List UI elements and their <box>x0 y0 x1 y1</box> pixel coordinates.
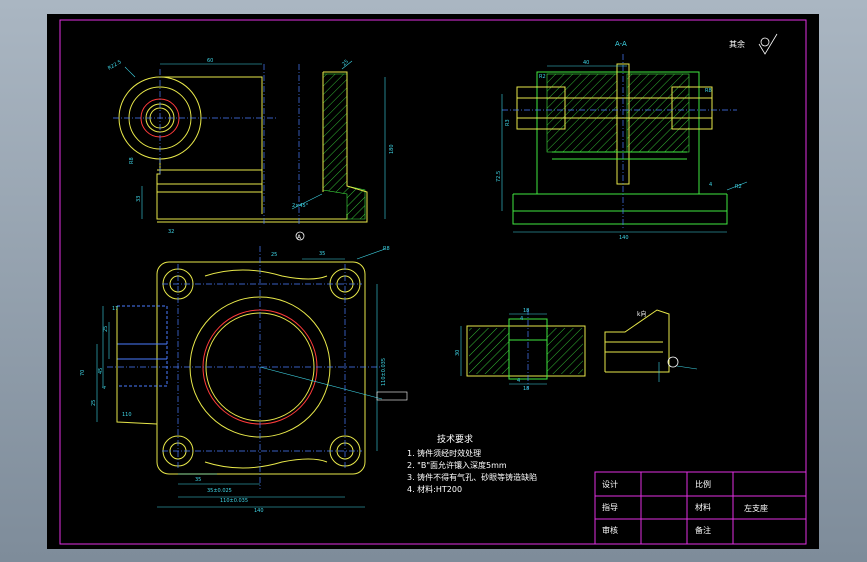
front-view: A <box>113 60 386 241</box>
tech-item-4: 4. 材料:HT200 <box>407 484 462 494</box>
svg-text:140: 140 <box>254 508 264 514</box>
svg-text:R3: R3 <box>505 119 511 126</box>
title-part-name: 左支座 <box>744 503 768 513</box>
svg-text:45: 45 <box>98 368 104 374</box>
svg-text:4: 4 <box>709 182 712 188</box>
svg-text:140: 140 <box>619 235 629 241</box>
svg-text:25: 25 <box>103 326 109 332</box>
svg-text:4: 4 <box>102 386 108 389</box>
svg-text:40: 40 <box>583 60 589 66</box>
title-material: 材料 <box>695 502 711 512</box>
plan-view <box>96 246 408 508</box>
svg-text:25: 25 <box>91 400 97 406</box>
title-review: 审核 <box>602 525 618 535</box>
svg-text:180: 180 <box>389 144 395 154</box>
svg-text:70: 70 <box>80 370 86 376</box>
tech-requirements: 技术要求 1. 铸件须经时效处理 2. "B"面允许镶入深度5mm 3. 铸件不… <box>407 433 537 494</box>
svg-text:72.5: 72.5 <box>496 171 502 182</box>
svg-text:25: 25 <box>271 252 277 258</box>
svg-text:33: 33 <box>136 196 142 202</box>
svg-text:2×45°: 2×45° <box>292 203 309 209</box>
svg-text:110±0.035: 110±0.035 <box>381 358 387 386</box>
svg-text:17: 17 <box>112 306 118 312</box>
tech-title: 技术要求 <box>437 433 473 445</box>
svg-text:30: 30 <box>455 350 461 356</box>
svg-text:4: 4 <box>517 378 520 384</box>
svg-text:4: 4 <box>520 316 523 322</box>
title-design: 设计 <box>602 479 618 489</box>
drawing-canvas: A 60 R22.5 R8 33 180 32 2×45° 25 25 R8 3… <box>59 19 807 545</box>
svg-text:35: 35 <box>319 251 325 257</box>
tech-item-2: 2. "B"面允许镶入深度5mm <box>407 460 507 470</box>
svg-text:R22.5: R22.5 <box>107 59 123 72</box>
title-scale: 比例 <box>695 479 711 489</box>
tech-item-3: 3. 铸件不得有气孔、砂眼等铸造缺陷 <box>407 472 537 482</box>
svg-text:60: 60 <box>207 58 213 64</box>
svg-text:110: 110 <box>122 412 132 418</box>
section-view <box>501 33 778 233</box>
svg-text:35: 35 <box>195 477 201 483</box>
svg-text:R8: R8 <box>129 157 135 164</box>
svg-text:R8: R8 <box>705 88 712 94</box>
svg-text:A-A: A-A <box>615 40 627 48</box>
detail-view-k <box>604 309 698 382</box>
tech-item-1: 1. 铸件须经时效处理 <box>407 448 481 458</box>
svg-text:25: 25 <box>341 59 350 68</box>
svg-text:R2: R2 <box>735 184 742 190</box>
svg-text:110±0.035: 110±0.035 <box>220 498 248 504</box>
title-block: 设计 指导 审核 比例 材料 备注 左支座 <box>594 471 807 545</box>
title-guide: 指导 <box>602 502 618 512</box>
title-remark: 备注 <box>695 525 711 535</box>
svg-text:R8: R8 <box>383 246 390 252</box>
svg-text:35±0.025: 35±0.025 <box>207 488 232 494</box>
svg-text:R2: R2 <box>539 74 546 80</box>
svg-text:k向: k向 <box>637 310 646 318</box>
svg-text:18: 18 <box>523 308 529 314</box>
svg-text:其余: 其余 <box>729 39 745 49</box>
svg-text:32: 32 <box>168 229 174 235</box>
cad-viewport[interactable]: A 60 R22.5 R8 33 180 32 2×45° 25 25 R8 3… <box>47 14 819 549</box>
svg-text:18: 18 <box>523 386 529 392</box>
